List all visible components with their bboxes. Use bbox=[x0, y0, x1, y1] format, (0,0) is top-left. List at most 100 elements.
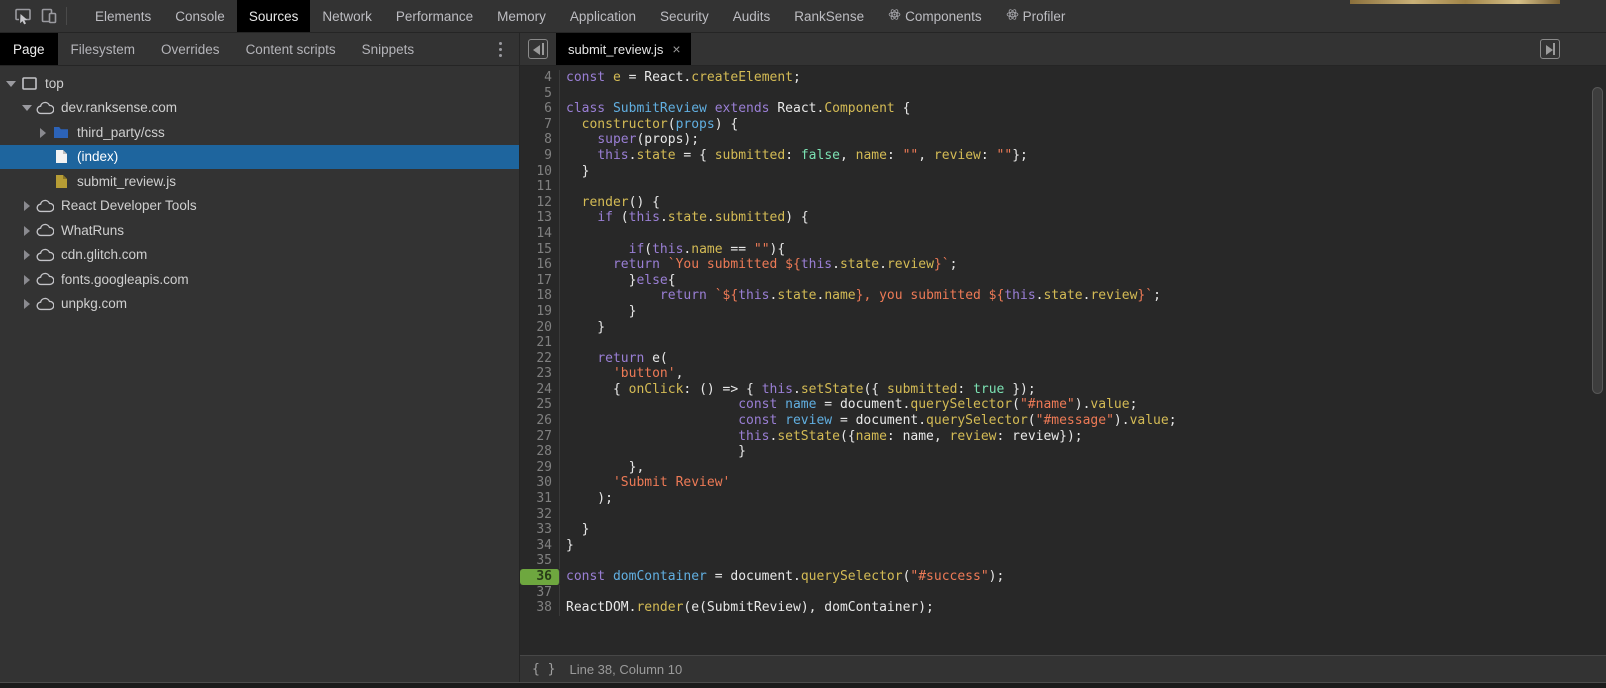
main-tab-components[interactable]: Components bbox=[876, 0, 994, 32]
main-tab-security[interactable]: Security bbox=[648, 0, 721, 32]
tree-item-third-party-css[interactable]: third_party/css bbox=[0, 120, 519, 145]
editor-tab-submit-review[interactable]: submit_review.js × bbox=[556, 33, 691, 65]
code-text[interactable]: ); bbox=[560, 491, 613, 507]
code-line-9[interactable]: 9 this.state = { submitted: false, name:… bbox=[520, 148, 1606, 164]
code-line-16[interactable]: 16 return `You submitted ${this.state.re… bbox=[520, 257, 1606, 273]
line-number[interactable]: 27 bbox=[520, 429, 560, 445]
main-tab-console[interactable]: Console bbox=[163, 0, 237, 32]
show-debugger-sidebar-icon[interactable] bbox=[1540, 39, 1560, 59]
main-tab-performance[interactable]: Performance bbox=[384, 0, 485, 32]
code-line-13[interactable]: 13 if (this.state.submitted) { bbox=[520, 210, 1606, 226]
main-tab-sources[interactable]: Sources bbox=[237, 0, 311, 32]
code-text[interactable]: super(props); bbox=[560, 132, 699, 148]
code-text[interactable]: }, bbox=[560, 460, 644, 476]
code-line-18[interactable]: 18 return `${this.state.name}, you submi… bbox=[520, 288, 1606, 304]
line-number[interactable]: 6 bbox=[520, 101, 560, 117]
code-line-15[interactable]: 15 if(this.name == ""){ bbox=[520, 242, 1606, 258]
more-options-icon[interactable] bbox=[496, 39, 505, 60]
code-line-19[interactable]: 19 } bbox=[520, 304, 1606, 320]
caret-open-icon[interactable] bbox=[4, 77, 17, 90]
code-line-33[interactable]: 33 } bbox=[520, 522, 1606, 538]
line-number[interactable]: 7 bbox=[520, 117, 560, 133]
line-number[interactable]: 22 bbox=[520, 351, 560, 367]
code-text[interactable]: } bbox=[560, 538, 574, 554]
line-number[interactable]: 15 bbox=[520, 242, 560, 258]
pretty-print-icon[interactable]: { } bbox=[520, 662, 569, 677]
code-line-6[interactable]: 6class SubmitReview extends React.Compon… bbox=[520, 101, 1606, 117]
code-text[interactable]: class SubmitReview extends React.Compone… bbox=[560, 101, 910, 117]
tree-item-submit-review-js[interactable]: submit_review.js bbox=[0, 169, 519, 194]
line-number[interactable]: 37 bbox=[520, 585, 560, 601]
code-text[interactable]: this.setState({name: name, review: revie… bbox=[560, 429, 1083, 445]
inspect-element-icon[interactable] bbox=[10, 4, 36, 28]
code-line-8[interactable]: 8 super(props); bbox=[520, 132, 1606, 148]
code-line-12[interactable]: 12 render() { bbox=[520, 195, 1606, 211]
tree-item-react-developer-tools[interactable]: React Developer Tools bbox=[0, 194, 519, 219]
code-text[interactable]: this.state = { submitted: false, name: "… bbox=[560, 148, 1028, 164]
line-number[interactable]: 16 bbox=[520, 257, 560, 273]
line-number[interactable]: 34 bbox=[520, 538, 560, 554]
line-number[interactable]: 13 bbox=[520, 210, 560, 226]
navigator-tab-overrides[interactable]: Overrides bbox=[148, 33, 233, 65]
line-number[interactable]: 8 bbox=[520, 132, 560, 148]
line-number[interactable]: 12 bbox=[520, 195, 560, 211]
code-line-34[interactable]: 34} bbox=[520, 538, 1606, 554]
tree-item-dev-ranksense-com[interactable]: dev.ranksense.com bbox=[0, 96, 519, 121]
code-text[interactable]: } bbox=[560, 444, 746, 460]
code-line-4[interactable]: 4const e = React.createElement; bbox=[520, 70, 1606, 86]
code-text[interactable]: constructor(props) { bbox=[560, 117, 738, 133]
code-line-10[interactable]: 10 } bbox=[520, 164, 1606, 180]
code-line-21[interactable]: 21 bbox=[520, 335, 1606, 351]
navigator-tab-content-scripts[interactable]: Content scripts bbox=[233, 33, 349, 65]
code-line-7[interactable]: 7 constructor(props) { bbox=[520, 117, 1606, 133]
caret-closed-icon[interactable] bbox=[20, 273, 33, 286]
code-area[interactable]: 4const e = React.createElement;56class S… bbox=[520, 66, 1606, 655]
main-tab-profiler[interactable]: Profiler bbox=[994, 0, 1078, 32]
navigator-tab-filesystem[interactable]: Filesystem bbox=[58, 33, 149, 65]
line-number[interactable]: 4 bbox=[520, 70, 560, 86]
code-line-26[interactable]: 26 const review = document.querySelector… bbox=[520, 413, 1606, 429]
code-line-35[interactable]: 35 bbox=[520, 553, 1606, 569]
code-text[interactable]: const review = document.querySelector("#… bbox=[560, 413, 1177, 429]
code-text[interactable] bbox=[560, 335, 566, 351]
line-number[interactable]: 19 bbox=[520, 304, 560, 320]
line-number[interactable]: 11 bbox=[520, 179, 560, 195]
line-number[interactable]: 21 bbox=[520, 335, 560, 351]
line-number[interactable]: 30 bbox=[520, 475, 560, 491]
code-text[interactable]: } bbox=[560, 320, 605, 336]
line-number[interactable]: 18 bbox=[520, 288, 560, 304]
code-line-36[interactable]: 36const domContainer = document.querySel… bbox=[520, 569, 1606, 585]
line-number[interactable]: 24 bbox=[520, 382, 560, 398]
code-text[interactable]: 'button', bbox=[560, 366, 683, 382]
code-text[interactable]: const e = React.createElement; bbox=[560, 70, 801, 86]
code-text[interactable] bbox=[560, 179, 566, 195]
line-number[interactable]: 33 bbox=[520, 522, 560, 538]
code-line-11[interactable]: 11 bbox=[520, 179, 1606, 195]
code-line-24[interactable]: 24 { onClick: () => { this.setState({ su… bbox=[520, 382, 1606, 398]
code-line-38[interactable]: 38ReactDOM.render(e(SubmitReview), domCo… bbox=[520, 600, 1606, 616]
code-line-32[interactable]: 32 bbox=[520, 507, 1606, 523]
code-text[interactable] bbox=[560, 226, 566, 242]
line-number[interactable]: 38 bbox=[520, 600, 560, 616]
line-number[interactable]: 17 bbox=[520, 273, 560, 289]
line-number[interactable]: 20 bbox=[520, 320, 560, 336]
line-number[interactable]: 28 bbox=[520, 444, 560, 460]
device-toolbar-icon[interactable] bbox=[36, 4, 62, 28]
code-text[interactable] bbox=[560, 553, 566, 569]
code-line-5[interactable]: 5 bbox=[520, 86, 1606, 102]
line-number[interactable]: 14 bbox=[520, 226, 560, 242]
code-line-30[interactable]: 30 'Submit Review' bbox=[520, 475, 1606, 491]
navigator-tab-page[interactable]: Page bbox=[0, 33, 58, 65]
tree-item-cdn-glitch-com[interactable]: cdn.glitch.com bbox=[0, 243, 519, 268]
tree-item-top[interactable]: top bbox=[0, 71, 519, 96]
code-text[interactable]: { onClick: () => { this.setState({ submi… bbox=[560, 382, 1036, 398]
code-text[interactable]: } bbox=[560, 522, 589, 538]
main-tab-application[interactable]: Application bbox=[558, 0, 648, 32]
main-tab-audits[interactable]: Audits bbox=[721, 0, 783, 32]
code-text[interactable] bbox=[560, 585, 566, 601]
code-line-23[interactable]: 23 'button', bbox=[520, 366, 1606, 382]
code-line-20[interactable]: 20 } bbox=[520, 320, 1606, 336]
code-line-17[interactable]: 17 }else{ bbox=[520, 273, 1606, 289]
caret-open-icon[interactable] bbox=[20, 101, 33, 114]
code-line-14[interactable]: 14 bbox=[520, 226, 1606, 242]
